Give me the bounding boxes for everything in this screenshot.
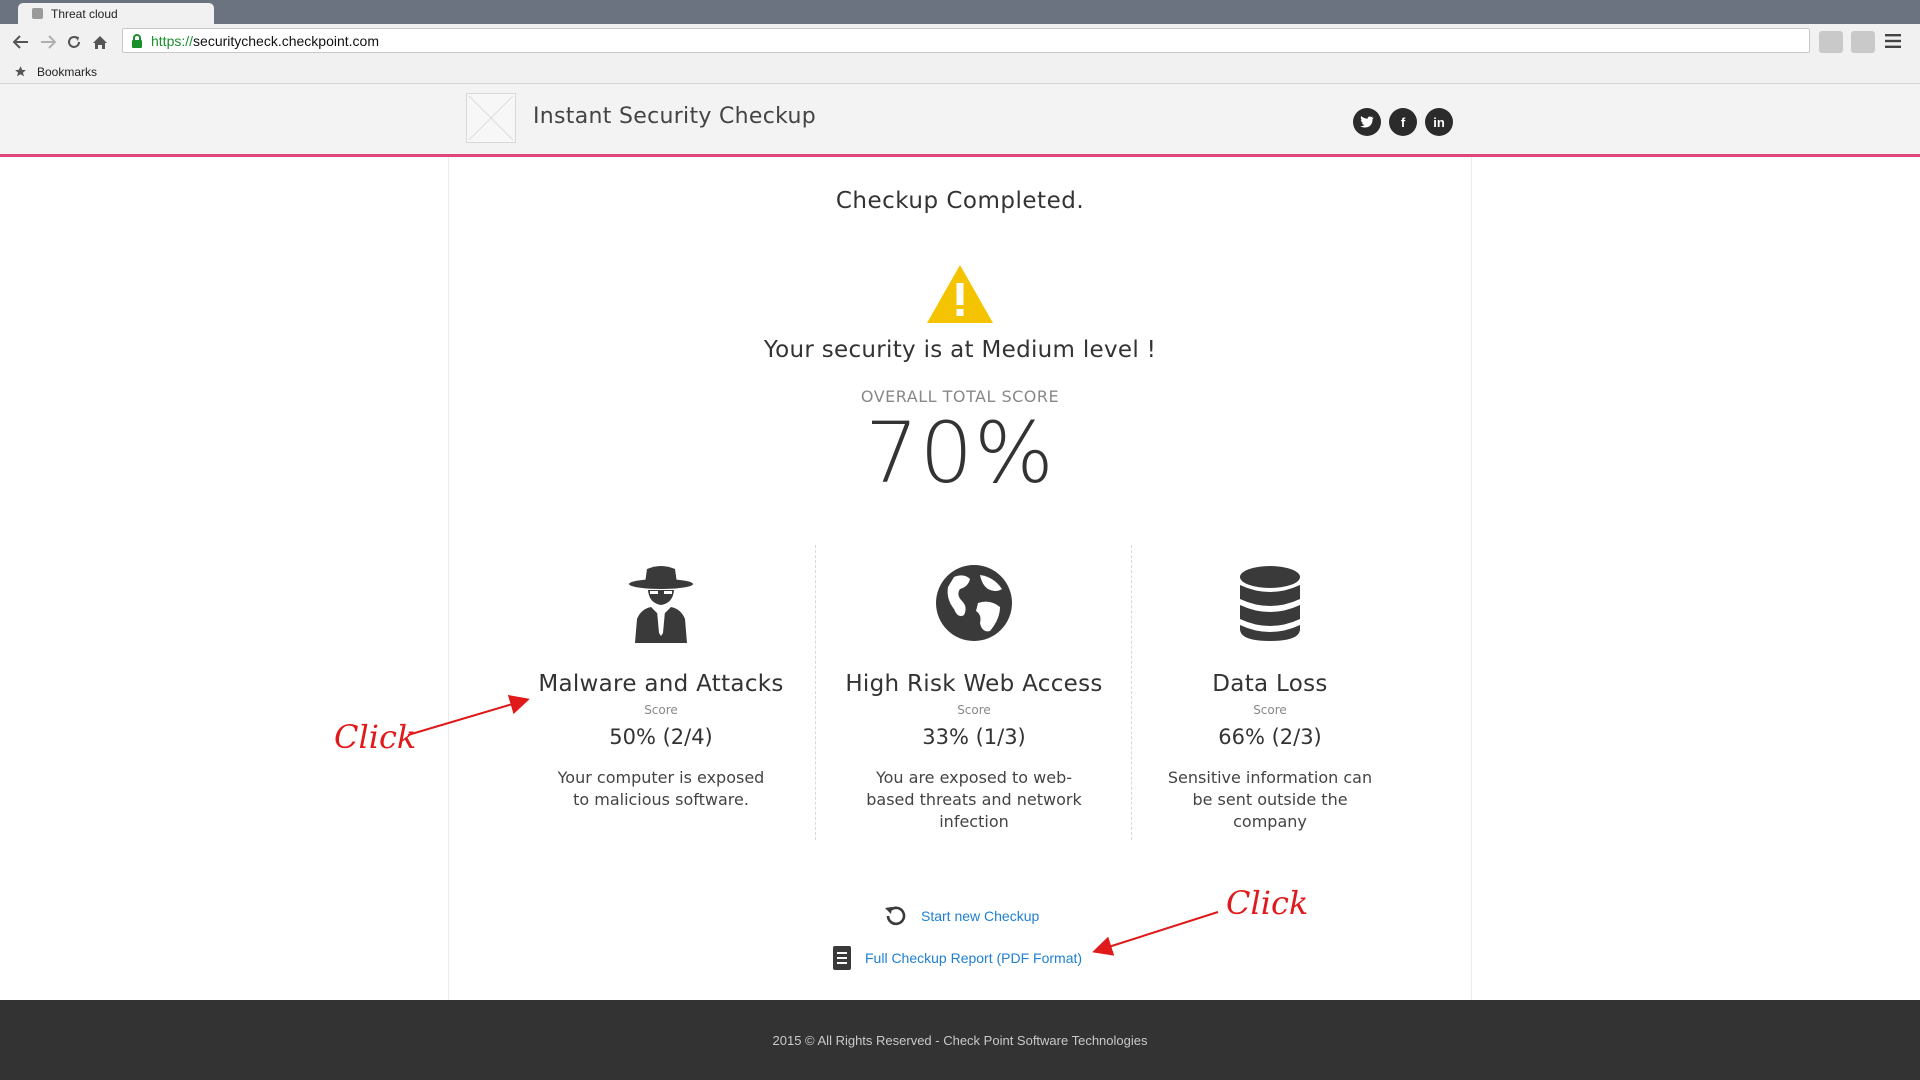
site-footer: 2015 © All Rights Reserved - Check Point…	[0, 1000, 1920, 1080]
category-score: 66% (2/3)	[1218, 725, 1322, 749]
full-report-label: Full Checkup Report (PDF Format)	[865, 950, 1083, 966]
click-annotation-right: Click	[1226, 884, 1309, 922]
home-button[interactable]	[89, 31, 111, 53]
category-divider	[815, 545, 816, 840]
reload-button[interactable]	[63, 31, 85, 53]
logo-placeholder	[466, 93, 516, 143]
tab-title: Threat cloud	[51, 6, 118, 21]
refresh-icon	[885, 906, 906, 926]
home-icon	[93, 35, 107, 49]
warning-icon	[927, 265, 993, 323]
url-host: securitycheck.checkpoint.com	[193, 32, 379, 49]
browser-tab[interactable]: Threat cloud	[18, 3, 214, 24]
facebook-glyph: f	[1400, 114, 1406, 130]
click-annotation-left: Click	[334, 718, 417, 756]
reload-icon	[68, 36, 80, 48]
extension-button[interactable]	[1819, 31, 1843, 53]
full-report-link[interactable]: Full Checkup Report (PDF Format)	[833, 946, 1082, 970]
category-score: 33% (1/3)	[922, 725, 1026, 749]
score-label: Score	[1253, 703, 1287, 717]
star-icon	[15, 66, 26, 77]
start-new-checkup-link[interactable]: Start new Checkup	[883, 904, 1039, 928]
broken-image-icon	[468, 95, 514, 141]
site-header: Instant Security Checkup f in	[0, 84, 1920, 157]
database-icon	[1240, 566, 1300, 641]
lock-icon	[132, 33, 142, 48]
category-web-access[interactable]: High Risk Web Access Score 33% (1/3) You…	[819, 545, 1129, 840]
linkedin-icon[interactable]: in	[1425, 108, 1453, 136]
score-label: Score	[957, 703, 991, 717]
extension-button[interactable]	[1851, 31, 1875, 53]
category-description: You are exposed to web-based threats and…	[866, 768, 1082, 831]
spy-icon	[629, 566, 693, 643]
site-title: Instant Security Checkup	[533, 104, 817, 129]
security-level-text: Your security is at Medium level !	[763, 337, 1157, 363]
favicon-icon	[32, 8, 43, 19]
hamburger-icon	[1885, 34, 1901, 48]
category-title: High Risk Web Access	[845, 671, 1103, 697]
forward-button[interactable]	[37, 31, 59, 53]
checkup-completed-heading: Checkup Completed.	[835, 188, 1085, 214]
overall-score-value: 70%	[865, 404, 1055, 502]
browser-tabstrip: Threat cloud	[0, 0, 1920, 24]
forward-arrow-icon	[41, 35, 56, 49]
twitter-icon[interactable]	[1353, 108, 1381, 136]
category-data-loss[interactable]: Data Loss Score 66% (2/3) Sensitive info…	[1115, 545, 1425, 840]
category-score: 50% (2/4)	[609, 725, 713, 749]
document-icon	[833, 946, 851, 970]
category-malware[interactable]: Malware and Attacks Score 50% (2/4) Your…	[506, 545, 816, 840]
category-title: Malware and Attacks	[538, 671, 784, 697]
address-bar[interactable]: https:// securitycheck.checkpoint.com	[122, 28, 1810, 53]
back-button[interactable]	[10, 31, 32, 53]
category-description: Your computer is exposed to malicious so…	[557, 768, 765, 809]
url-scheme: https://	[151, 32, 194, 49]
category-description: Sensitive information can be sent outsid…	[1167, 768, 1373, 831]
facebook-icon[interactable]: f	[1389, 108, 1417, 136]
browser-menu-button[interactable]	[1884, 33, 1904, 51]
bookmarks-bar: Bookmarks	[0, 60, 1920, 84]
footer-copyright: 2015 © All Rights Reserved - Check Point…	[772, 1032, 1148, 1048]
bookmarks-label[interactable]: Bookmarks	[37, 65, 97, 79]
score-label: Score	[644, 703, 678, 717]
browser-toolbar: https:// securitycheck.checkpoint.com	[0, 24, 1920, 60]
linkedin-glyph: in	[1433, 114, 1445, 130]
back-arrow-icon	[13, 35, 28, 49]
globe-icon	[936, 565, 1012, 641]
category-title: Data Loss	[1212, 671, 1328, 697]
start-new-checkup-label: Start new Checkup	[921, 908, 1040, 924]
